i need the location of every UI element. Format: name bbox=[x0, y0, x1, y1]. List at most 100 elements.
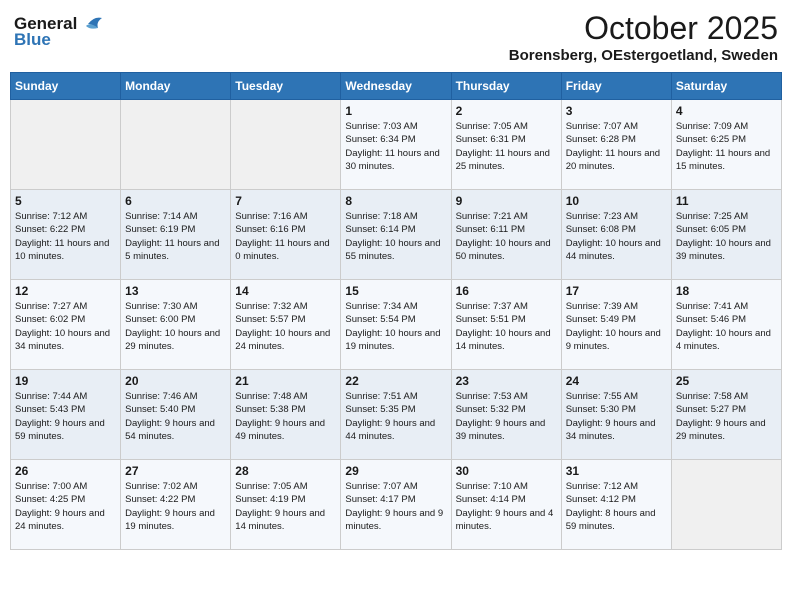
day-number: 16 bbox=[456, 284, 557, 298]
calendar-cell: 26 Sunrise: 7:00 AM Sunset: 4:25 PM Dayli… bbox=[11, 460, 121, 550]
calendar-cell: 14 Sunrise: 7:32 AM Sunset: 5:57 PM Dayli… bbox=[231, 280, 341, 370]
weekday-header-saturday: Saturday bbox=[671, 73, 781, 100]
calendar-cell: 29 Sunrise: 7:07 AM Sunset: 4:17 PM Dayli… bbox=[341, 460, 451, 550]
day-number: 17 bbox=[566, 284, 667, 298]
weekday-header-tuesday: Tuesday bbox=[231, 73, 341, 100]
weekday-header-thursday: Thursday bbox=[451, 73, 561, 100]
day-number: 7 bbox=[235, 194, 336, 208]
day-info: Sunrise: 7:46 AM Sunset: 5:40 PM Dayligh… bbox=[125, 390, 226, 443]
calendar-cell: 20 Sunrise: 7:46 AM Sunset: 5:40 PM Dayli… bbox=[121, 370, 231, 460]
day-number: 9 bbox=[456, 194, 557, 208]
day-info: Sunrise: 7:37 AM Sunset: 5:51 PM Dayligh… bbox=[456, 300, 557, 353]
calendar-cell: 22 Sunrise: 7:51 AM Sunset: 5:35 PM Dayli… bbox=[341, 370, 451, 460]
day-number: 6 bbox=[125, 194, 226, 208]
calendar-cell: 10Sunrise: 7:23 AM Sunset: 6:08 PM Dayli… bbox=[561, 190, 671, 280]
day-info: Sunrise: 7:48 AM Sunset: 5:38 PM Dayligh… bbox=[235, 390, 336, 443]
location-title: Borensberg, OEstergoetland, Sweden bbox=[509, 47, 778, 64]
day-info: Sunrise: 7:34 AM Sunset: 5:54 PM Dayligh… bbox=[345, 300, 446, 353]
calendar-cell: 25 Sunrise: 7:58 AM Sunset: 5:27 PM Dayli… bbox=[671, 370, 781, 460]
day-number: 25 bbox=[676, 374, 777, 388]
day-info: Sunrise: 7:12 AM Sunset: 6:22 PM Dayligh… bbox=[15, 210, 116, 263]
day-info: Sunrise: 7:02 AM Sunset: 4:22 PM Dayligh… bbox=[125, 480, 226, 533]
day-number: 8 bbox=[345, 194, 446, 208]
calendar-cell: 27Sunrise: 7:02 AM Sunset: 4:22 PM Dayli… bbox=[121, 460, 231, 550]
calendar-cell: 6 Sunrise: 7:14 AM Sunset: 6:19 PM Daylig… bbox=[121, 190, 231, 280]
calendar-cell: 1 Sunrise: 7:03 AM Sunset: 6:34 PM Daylig… bbox=[341, 100, 451, 190]
day-number: 14 bbox=[235, 284, 336, 298]
day-info: Sunrise: 7:12 AM Sunset: 4:12 PM Dayligh… bbox=[566, 480, 667, 533]
day-number: 1 bbox=[345, 104, 446, 118]
day-number: 28 bbox=[235, 464, 336, 478]
day-info: Sunrise: 7:55 AM Sunset: 5:30 PM Dayligh… bbox=[566, 390, 667, 443]
day-number: 10 bbox=[566, 194, 667, 208]
day-info: Sunrise: 7:10 AM Sunset: 4:14 PM Dayligh… bbox=[456, 480, 557, 533]
day-info: Sunrise: 7:32 AM Sunset: 5:57 PM Dayligh… bbox=[235, 300, 336, 353]
calendar-week-2: 5 Sunrise: 7:12 AM Sunset: 6:22 PM Daylig… bbox=[11, 190, 782, 280]
day-info: Sunrise: 7:07 AM Sunset: 4:17 PM Dayligh… bbox=[345, 480, 446, 533]
day-info: Sunrise: 7:05 AM Sunset: 4:19 PM Dayligh… bbox=[235, 480, 336, 533]
day-number: 29 bbox=[345, 464, 446, 478]
day-number: 15 bbox=[345, 284, 446, 298]
calendar-cell: 15 Sunrise: 7:34 AM Sunset: 5:54 PM Dayli… bbox=[341, 280, 451, 370]
calendar-cell: 19Sunrise: 7:44 AM Sunset: 5:43 PM Dayli… bbox=[11, 370, 121, 460]
calendar-week-4: 19Sunrise: 7:44 AM Sunset: 5:43 PM Dayli… bbox=[11, 370, 782, 460]
calendar-cell: 4 Sunrise: 7:09 AM Sunset: 6:25 PM Daylig… bbox=[671, 100, 781, 190]
calendar-cell: 3Sunrise: 7:07 AM Sunset: 6:28 PM Daylig… bbox=[561, 100, 671, 190]
day-number: 23 bbox=[456, 374, 557, 388]
calendar-cell: 28 Sunrise: 7:05 AM Sunset: 4:19 PM Dayli… bbox=[231, 460, 341, 550]
calendar-cell: 9Sunrise: 7:21 AM Sunset: 6:11 PM Daylig… bbox=[451, 190, 561, 280]
day-info: Sunrise: 7:51 AM Sunset: 5:35 PM Dayligh… bbox=[345, 390, 446, 443]
day-number: 3 bbox=[566, 104, 667, 118]
calendar-cell: 21 Sunrise: 7:48 AM Sunset: 5:38 PM Dayli… bbox=[231, 370, 341, 460]
weekday-header-wednesday: Wednesday bbox=[341, 73, 451, 100]
day-number: 22 bbox=[345, 374, 446, 388]
day-number: 2 bbox=[456, 104, 557, 118]
calendar-cell: 8 Sunrise: 7:18 AM Sunset: 6:14 PM Daylig… bbox=[341, 190, 451, 280]
day-info: Sunrise: 7:27 AM Sunset: 6:02 PM Dayligh… bbox=[15, 300, 116, 353]
calendar-cell bbox=[11, 100, 121, 190]
day-number: 30 bbox=[456, 464, 557, 478]
day-info: Sunrise: 7:05 AM Sunset: 6:31 PM Dayligh… bbox=[456, 120, 557, 173]
day-number: 5 bbox=[15, 194, 116, 208]
day-number: 11 bbox=[676, 194, 777, 208]
calendar-cell: 18 Sunrise: 7:41 AM Sunset: 5:46 PM Dayli… bbox=[671, 280, 781, 370]
calendar-week-3: 12Sunrise: 7:27 AM Sunset: 6:02 PM Dayli… bbox=[11, 280, 782, 370]
calendar-cell: 30 Sunrise: 7:10 AM Sunset: 4:14 PM Dayli… bbox=[451, 460, 561, 550]
calendar-cell: 23 Sunrise: 7:53 AM Sunset: 5:32 PM Dayli… bbox=[451, 370, 561, 460]
day-number: 24 bbox=[566, 374, 667, 388]
calendar-cell: 13Sunrise: 7:30 AM Sunset: 6:00 PM Dayli… bbox=[121, 280, 231, 370]
calendar-week-5: 26 Sunrise: 7:00 AM Sunset: 4:25 PM Dayli… bbox=[11, 460, 782, 550]
day-number: 19 bbox=[15, 374, 116, 388]
day-info: Sunrise: 7:53 AM Sunset: 5:32 PM Dayligh… bbox=[456, 390, 557, 443]
title-block: October 2025 Borensberg, OEstergoetland,… bbox=[509, 10, 778, 64]
logo: General Blue bbox=[14, 14, 102, 50]
day-info: Sunrise: 7:18 AM Sunset: 6:14 PM Dayligh… bbox=[345, 210, 446, 263]
calendar-cell: 24 Sunrise: 7:55 AM Sunset: 5:30 PM Dayli… bbox=[561, 370, 671, 460]
weekday-header-monday: Monday bbox=[121, 73, 231, 100]
day-info: Sunrise: 7:00 AM Sunset: 4:25 PM Dayligh… bbox=[15, 480, 116, 533]
day-number: 18 bbox=[676, 284, 777, 298]
day-number: 31 bbox=[566, 464, 667, 478]
day-number: 26 bbox=[15, 464, 116, 478]
day-number: 21 bbox=[235, 374, 336, 388]
day-number: 20 bbox=[125, 374, 226, 388]
calendar-cell bbox=[121, 100, 231, 190]
weekday-header-row: SundayMondayTuesdayWednesdayThursdayFrid… bbox=[11, 73, 782, 100]
calendar-cell bbox=[671, 460, 781, 550]
calendar-cell: 2 Sunrise: 7:05 AM Sunset: 6:31 PM Daylig… bbox=[451, 100, 561, 190]
day-number: 4 bbox=[676, 104, 777, 118]
calendar-week-1: 1 Sunrise: 7:03 AM Sunset: 6:34 PM Daylig… bbox=[11, 100, 782, 190]
calendar-cell bbox=[231, 100, 341, 190]
day-info: Sunrise: 7:09 AM Sunset: 6:25 PM Dayligh… bbox=[676, 120, 777, 173]
weekday-header-sunday: Sunday bbox=[11, 73, 121, 100]
logo-bird-icon bbox=[80, 14, 102, 34]
day-number: 13 bbox=[125, 284, 226, 298]
day-info: Sunrise: 7:58 AM Sunset: 5:27 PM Dayligh… bbox=[676, 390, 777, 443]
day-info: Sunrise: 7:41 AM Sunset: 5:46 PM Dayligh… bbox=[676, 300, 777, 353]
day-info: Sunrise: 7:03 AM Sunset: 6:34 PM Dayligh… bbox=[345, 120, 446, 173]
page-header: General Blue October 2025 Borensberg, OE… bbox=[10, 10, 782, 64]
day-info: Sunrise: 7:25 AM Sunset: 6:05 PM Dayligh… bbox=[676, 210, 777, 263]
day-info: Sunrise: 7:14 AM Sunset: 6:19 PM Dayligh… bbox=[125, 210, 226, 263]
calendar-cell: 31 Sunrise: 7:12 AM Sunset: 4:12 PM Dayli… bbox=[561, 460, 671, 550]
logo-blue-text: Blue bbox=[14, 30, 51, 50]
